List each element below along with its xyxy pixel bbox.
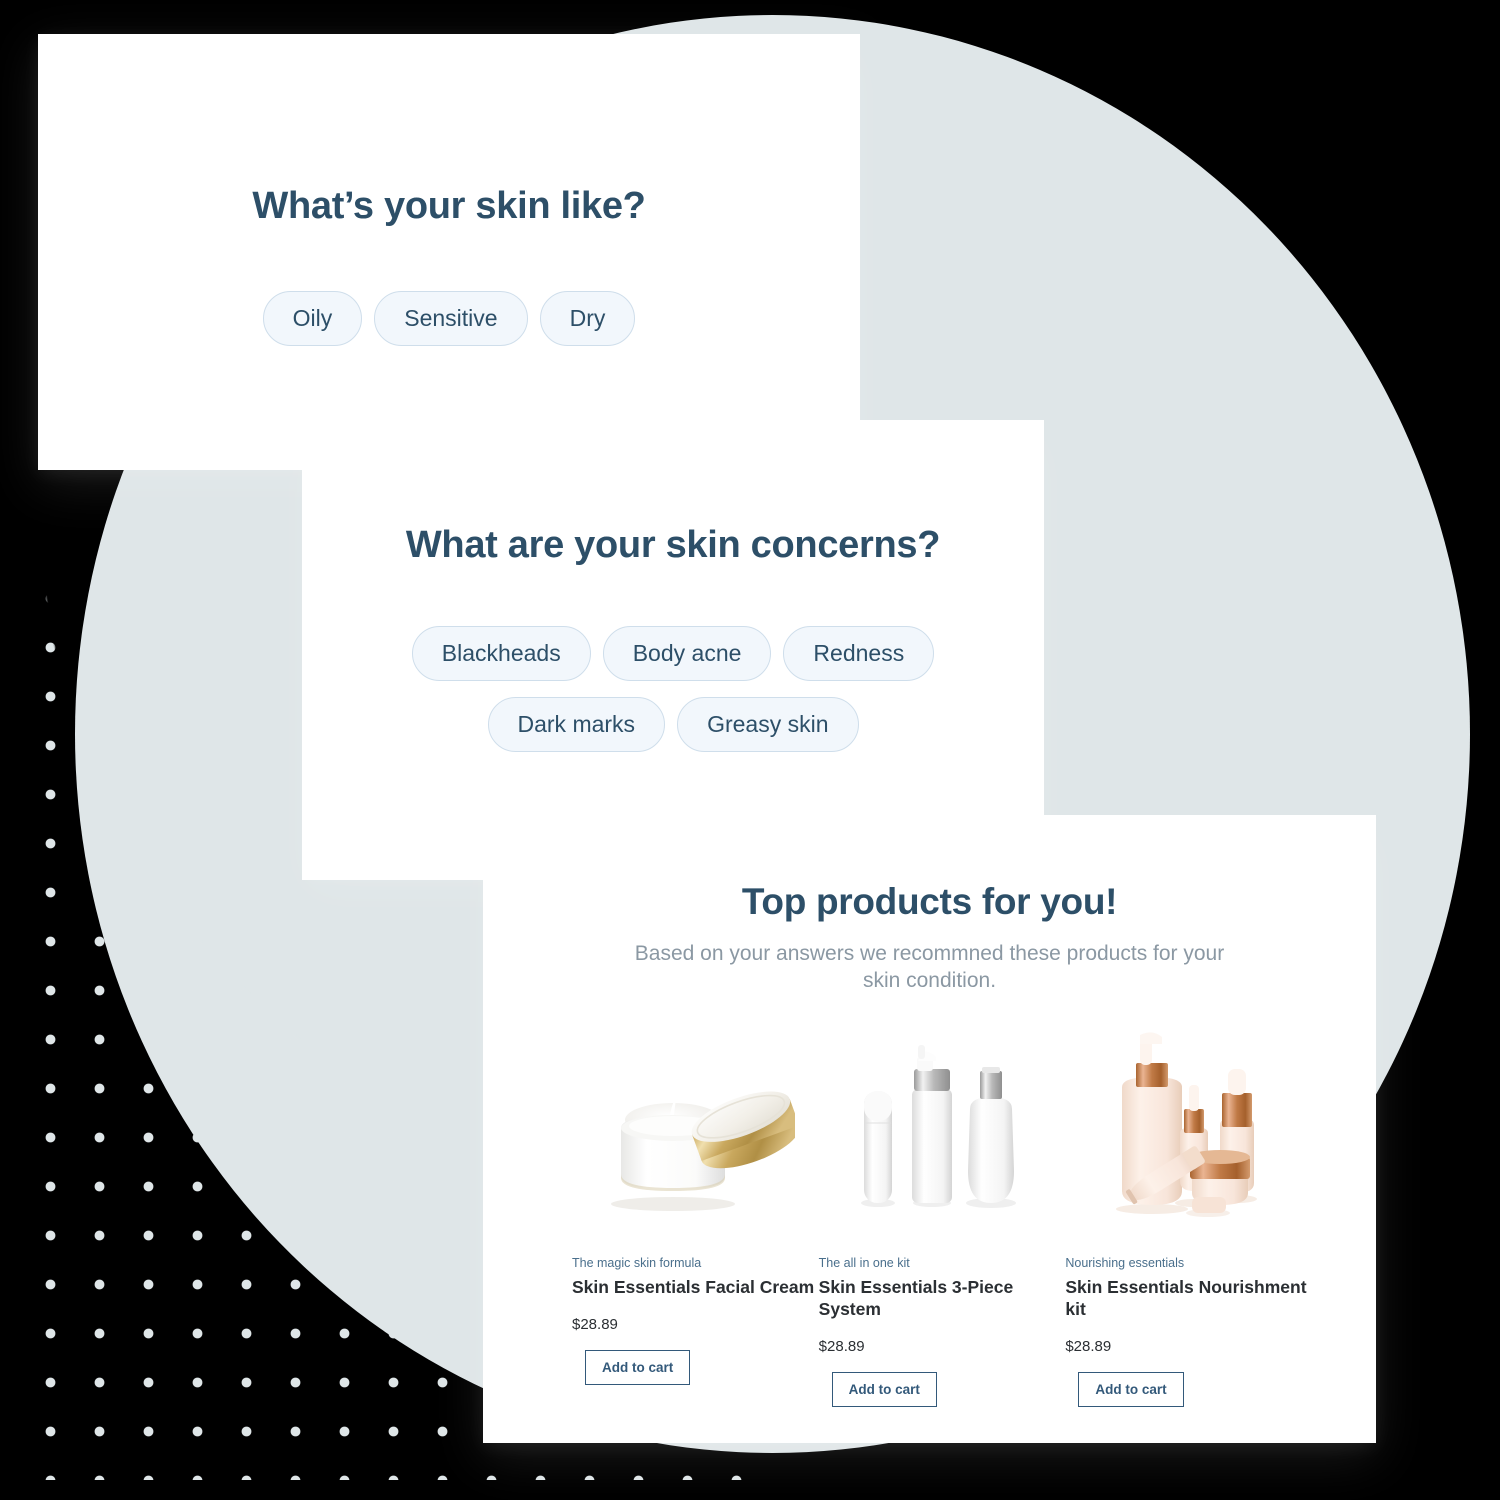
skin-type-option-sensitive[interactable]: Sensitive <box>374 291 528 346</box>
add-to-cart-button-2[interactable]: Add to cart <box>831 1371 937 1407</box>
product-price-1: $28.89 <box>572 1315 618 1333</box>
product-image-1 <box>572 1021 819 1221</box>
product-eyebrow-1: The magic skin formula <box>572 1255 702 1270</box>
skin-type-option-oily[interactable]: Oily <box>262 291 363 346</box>
screenshot-stage: What’s your skin like? Oily Sensitive Dr… <box>0 0 1500 1500</box>
rose-gold-collection-icon <box>1116 1032 1258 1217</box>
skin-concerns-options-row-1: Blackheads Body acne Redness <box>302 626 1044 681</box>
products-grid: The magic skin formula Skin Essentials F… <box>572 1021 1312 1407</box>
product-name-1: Skin Essentials Facial Cream <box>572 1276 815 1297</box>
products-title: Top products for you! <box>741 881 1118 922</box>
skin-type-options: Oily Sensitive Dry <box>38 291 860 346</box>
three-white-bottles-icon <box>861 1044 1016 1208</box>
product-image-2 <box>819 1021 1066 1221</box>
concern-option-dark-marks[interactable]: Dark marks <box>487 697 666 752</box>
products-subtitle: Based on your answers we recommned these… <box>634 942 1225 992</box>
concern-option-greasy-skin[interactable]: Greasy skin <box>677 697 859 752</box>
product-price-3: $28.89 <box>1065 1337 1112 1355</box>
skin-type-card: What’s your skin like? Oily Sensitive Dr… <box>38 34 860 470</box>
product-card-1: The magic skin formula Skin Essentials F… <box>572 1021 819 1407</box>
concern-option-body-acne[interactable]: Body acne <box>602 626 772 681</box>
product-card-3: Nourishing essentials Skin Essentials No… <box>1065 1021 1312 1407</box>
product-price-2: $28.89 <box>818 1337 865 1355</box>
skin-concerns-question: What are your skin concerns? <box>405 524 941 566</box>
product-image-3 <box>1065 1021 1312 1221</box>
product-name-3: Skin Essentials Nourishment kit <box>1065 1276 1307 1319</box>
skin-type-question: What’s your skin like? <box>252 185 646 227</box>
skin-type-option-dry[interactable]: Dry <box>539 291 636 346</box>
product-eyebrow-3: Nourishing essentials <box>1065 1255 1185 1270</box>
add-to-cart-button-1[interactable]: Add to cart <box>585 1349 691 1385</box>
add-to-cart-button-3[interactable]: Add to cart <box>1078 1371 1184 1407</box>
product-name-2: Skin Essentials 3-Piece System <box>818 1276 1014 1319</box>
recommended-products-card: Top products for you! Based on your answ… <box>483 815 1376 1443</box>
cream-jar-gold-lid-icon <box>611 1091 796 1211</box>
product-card-2: The all in one kit Skin Essentials 3-Pie… <box>819 1021 1066 1407</box>
skin-concerns-card: What are your skin concerns? Blackheads … <box>302 420 1044 880</box>
skin-concerns-options-row-2: Dark marks Greasy skin <box>302 697 1044 752</box>
product-eyebrow-2: The all in one kit <box>818 1255 910 1270</box>
concern-option-redness[interactable]: Redness <box>783 626 935 681</box>
concern-option-blackheads[interactable]: Blackheads <box>411 626 591 681</box>
